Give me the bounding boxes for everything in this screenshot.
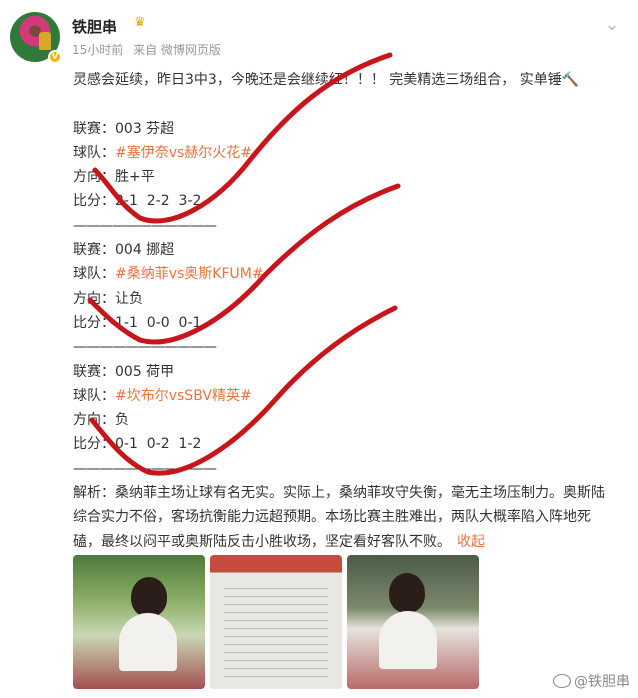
direction-label: 方向： (73, 412, 115, 429)
match-block-2: 联赛：004 挪超 球队：#桑纳菲vs奥斯KFUM# 方向：让负 比分：1-1 … (73, 238, 618, 359)
post-time[interactable]: 15小时前 (72, 43, 123, 57)
team-topic-link[interactable]: #坎布尔vsSBV精英# (115, 388, 252, 404)
score-label: 比分： (73, 314, 115, 331)
direction-label: 方向： (73, 169, 115, 186)
league-value: 004 挪超 (115, 242, 175, 259)
post-content: 灵感会延续，昨日3中3，今晚还是会继续红！！！ 完美精选三场组合， 实单锤🔨 联… (73, 68, 618, 554)
league-line: 联赛：005 荷甲 (73, 360, 618, 384)
team-label: 球队： (73, 144, 115, 161)
team-topic-link[interactable]: #桑纳菲vs奥斯KFUM# (115, 266, 264, 282)
direction-value: 胜+平 (115, 169, 155, 186)
more-options-icon[interactable]: ⌄ (600, 14, 624, 38)
score-value: 1-1 0-0 0-1 (115, 314, 202, 331)
league-label: 联赛： (73, 242, 115, 259)
direction-line: 方向：负 (73, 408, 618, 432)
photo-figure-body (379, 611, 437, 669)
score-value: 0-1 0-2 1-2 (115, 436, 202, 453)
watermark-text: @铁胆串 (574, 674, 630, 690)
post-source: 来自 微博网页版 (133, 43, 221, 57)
photo-thumbnail-2[interactable] (210, 555, 342, 689)
intro-text: 灵感会延续，昨日3中3，今晚还是会继续红！！！ 完美精选三场组合， 实单锤🔨 (73, 72, 580, 88)
photo-thumbnail-1[interactable] (73, 555, 205, 689)
league-line: 联赛：003 芬超 (73, 117, 618, 141)
divider: ——————————— (73, 460, 217, 477)
photo-figure-head (131, 577, 167, 617)
score-line: 比分：2-1 2-2 3-2 (73, 189, 618, 213)
league-value: 005 荷甲 (115, 363, 175, 380)
direction-line: 方向：让负 (73, 287, 618, 311)
score-label: 比分： (73, 193, 115, 210)
team-line: 球队：#坎布尔vsSBV精英# (73, 384, 618, 408)
direction-value: 让负 (115, 290, 143, 307)
crown-icon: ♛ (134, 15, 146, 30)
league-label: 联赛： (73, 120, 115, 137)
direction-label: 方向： (73, 290, 115, 307)
trophy-graphic (39, 32, 51, 50)
match-block-1: 联赛：003 芬超 球队：#塞伊奈vs赫尔火花# 方向：胜+平 比分：2-1 2… (73, 117, 618, 238)
weibo-logo-icon (553, 674, 571, 688)
league-value: 003 芬超 (115, 120, 175, 137)
collapse-link[interactable]: 收起 (457, 534, 485, 550)
divider: ——————————— (73, 217, 217, 234)
league-line: 联赛：004 挪超 (73, 238, 618, 262)
team-topic-link[interactable]: #塞伊奈vs赫尔火花# (115, 145, 252, 161)
direction-value: 负 (115, 412, 129, 429)
divider: ——————————— (73, 339, 217, 356)
analysis-body: 解析：桑纳菲主场让球有名无实。实际上，桑纳菲攻守失衡，毫无主场压制力。奥斯陆综合… (73, 485, 605, 550)
post-header: V 铁胆串 ♛ 15小时前 来自 微博网页版 ⌄ (10, 12, 628, 64)
photo-gallery (73, 555, 482, 689)
league-label: 联赛： (73, 363, 115, 380)
watermark: @铁胆串 (553, 671, 630, 691)
receipt-graphic (224, 581, 328, 681)
match-block-3: 联赛：005 荷甲 球队：#坎布尔vsSBV精英# 方向：负 比分：0-1 0-… (73, 360, 618, 481)
analysis-text: 解析：桑纳菲主场让球有名无实。实际上，桑纳菲攻守失衡，毫无主场压制力。奥斯陆综合… (73, 481, 618, 554)
photo-thumbnail-3[interactable] (347, 555, 479, 689)
score-label: 比分： (73, 436, 115, 453)
score-line: 比分：0-1 0-2 1-2 (73, 432, 618, 456)
post-meta: 15小时前 来自 微博网页版 (72, 41, 227, 58)
score-line: 比分：1-1 0-0 0-1 (73, 311, 618, 335)
team-label: 球队： (73, 266, 115, 283)
team-line: 球队：#桑纳菲vs奥斯KFUM# (73, 262, 618, 286)
photo-figure-head (389, 573, 425, 613)
score-value: 2-1 2-2 3-2 (115, 193, 202, 210)
direction-line: 方向：胜+平 (73, 165, 618, 189)
team-label: 球队： (73, 387, 115, 404)
photo-figure-body (119, 613, 177, 671)
team-line: 球队：#塞伊奈vs赫尔火花# (73, 141, 618, 165)
verified-badge-icon: V (48, 50, 62, 64)
username[interactable]: 铁胆串 (72, 16, 117, 37)
